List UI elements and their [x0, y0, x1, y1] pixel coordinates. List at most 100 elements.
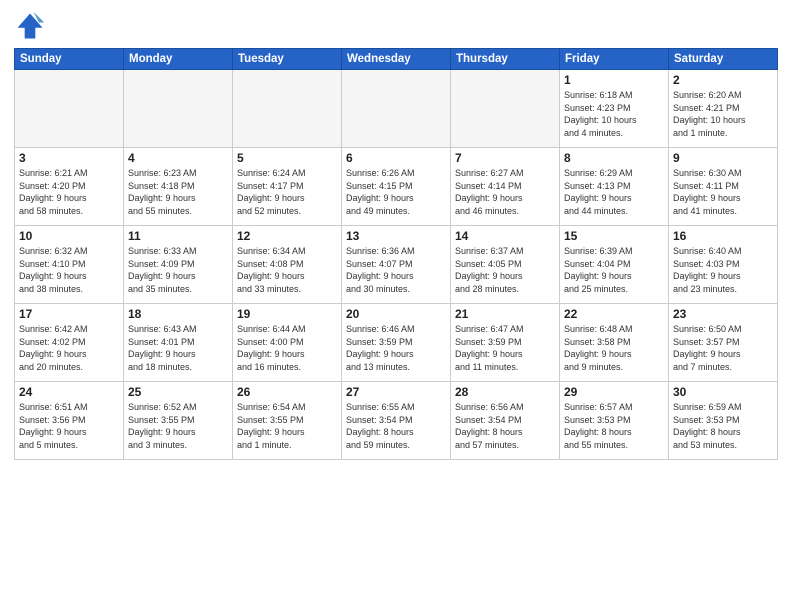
calendar-cell: [233, 70, 342, 148]
calendar-cell: [451, 70, 560, 148]
calendar-week-4: 24 Sunrise: 6:51 AM Sunset: 3:56 PM Dayli…: [15, 382, 778, 460]
calendar-cell: 28Sunrise: 6:56 AM Sunset: 3:54 PM Dayli…: [451, 382, 560, 460]
header: [14, 10, 778, 42]
calendar-cell: 22Sunrise: 6:48 AM Sunset: 3:58 PM Dayli…: [560, 304, 669, 382]
calendar-cell: 21Sunrise: 6:47 AM Sunset: 3:59 PM Dayli…: [451, 304, 560, 382]
calendar-cell: [124, 70, 233, 148]
day-info: Sunrise: 6:32 AM Sunset: 4:10 PM Dayligh…: [19, 245, 119, 295]
calendar-cell: [15, 70, 124, 148]
day-info: Sunrise: 6:21 AM Sunset: 4:20 PM Dayligh…: [19, 167, 119, 217]
calendar-week-1: 3 Sunrise: 6:21 AM Sunset: 4:20 PM Daylig…: [15, 148, 778, 226]
day-info: Sunrise: 6:30 AM Sunset: 4:11 PM Dayligh…: [673, 167, 773, 217]
calendar-cell: 12 Sunrise: 6:34 AM Sunset: 4:08 PM Dayli…: [233, 226, 342, 304]
calendar-cell: 5 Sunrise: 6:24 AM Sunset: 4:17 PM Daylig…: [233, 148, 342, 226]
day-number: 27: [346, 385, 446, 399]
calendar-cell: 24 Sunrise: 6:51 AM Sunset: 3:56 PM Dayli…: [15, 382, 124, 460]
calendar-cell: 27 Sunrise: 6:55 AM Sunset: 3:54 PM Dayli…: [342, 382, 451, 460]
day-info: Sunrise: 6:23 AM Sunset: 4:18 PM Dayligh…: [128, 167, 228, 217]
calendar-cell: 4Sunrise: 6:23 AM Sunset: 4:18 PM Daylig…: [124, 148, 233, 226]
calendar-cell: 13 Sunrise: 6:36 AM Sunset: 4:07 PM Dayli…: [342, 226, 451, 304]
calendar-cell: 30 Sunrise: 6:59 AM Sunset: 3:53 PM Dayli…: [669, 382, 778, 460]
column-header-thursday: Thursday: [451, 49, 560, 70]
day-info: Sunrise: 6:40 AM Sunset: 4:03 PM Dayligh…: [673, 245, 773, 295]
column-header-friday: Friday: [560, 49, 669, 70]
day-info: Sunrise: 6:47 AM Sunset: 3:59 PM Dayligh…: [455, 323, 555, 373]
day-info: Sunrise: 6:20 AM Sunset: 4:21 PM Dayligh…: [673, 89, 773, 139]
calendar-week-0: 1 Sunrise: 6:18 AM Sunset: 4:23 PM Daylig…: [15, 70, 778, 148]
day-info: Sunrise: 6:36 AM Sunset: 4:07 PM Dayligh…: [346, 245, 446, 295]
day-number: 8: [564, 151, 664, 165]
column-header-sunday: Sunday: [15, 49, 124, 70]
day-info: Sunrise: 6:26 AM Sunset: 4:15 PM Dayligh…: [346, 167, 446, 217]
day-info: Sunrise: 6:29 AM Sunset: 4:13 PM Dayligh…: [564, 167, 664, 217]
calendar-cell: 18Sunrise: 6:43 AM Sunset: 4:01 PM Dayli…: [124, 304, 233, 382]
day-info: Sunrise: 6:37 AM Sunset: 4:05 PM Dayligh…: [455, 245, 555, 295]
day-number: 16: [673, 229, 773, 243]
day-number: 18: [128, 307, 228, 321]
calendar-cell: 26 Sunrise: 6:54 AM Sunset: 3:55 PM Dayli…: [233, 382, 342, 460]
day-number: 20: [346, 307, 446, 321]
day-info: Sunrise: 6:59 AM Sunset: 3:53 PM Dayligh…: [673, 401, 773, 451]
day-number: 9: [673, 151, 773, 165]
day-info: Sunrise: 6:46 AM Sunset: 3:59 PM Dayligh…: [346, 323, 446, 373]
day-number: 28: [455, 385, 555, 399]
day-info: Sunrise: 6:55 AM Sunset: 3:54 PM Dayligh…: [346, 401, 446, 451]
day-number: 11: [128, 229, 228, 243]
day-number: 12: [237, 229, 337, 243]
day-number: 6: [346, 151, 446, 165]
calendar-cell: [342, 70, 451, 148]
calendar-cell: 23Sunrise: 6:50 AM Sunset: 3:57 PM Dayli…: [669, 304, 778, 382]
day-number: 15: [564, 229, 664, 243]
day-info: Sunrise: 6:39 AM Sunset: 4:04 PM Dayligh…: [564, 245, 664, 295]
calendar-cell: 3 Sunrise: 6:21 AM Sunset: 4:20 PM Daylig…: [15, 148, 124, 226]
day-info: Sunrise: 6:51 AM Sunset: 3:56 PM Dayligh…: [19, 401, 119, 451]
day-number: 30: [673, 385, 773, 399]
day-info: Sunrise: 6:18 AM Sunset: 4:23 PM Dayligh…: [564, 89, 664, 139]
calendar-cell: 6 Sunrise: 6:26 AM Sunset: 4:15 PM Daylig…: [342, 148, 451, 226]
day-number: 19: [237, 307, 337, 321]
calendar-header-row: SundayMondayTuesdayWednesdayThursdayFrid…: [15, 49, 778, 70]
day-info: Sunrise: 6:34 AM Sunset: 4:08 PM Dayligh…: [237, 245, 337, 295]
calendar-cell: 10 Sunrise: 6:32 AM Sunset: 4:10 PM Dayli…: [15, 226, 124, 304]
day-info: Sunrise: 6:44 AM Sunset: 4:00 PM Dayligh…: [237, 323, 337, 373]
day-number: 7: [455, 151, 555, 165]
calendar-cell: 7 Sunrise: 6:27 AM Sunset: 4:14 PM Daylig…: [451, 148, 560, 226]
day-number: 26: [237, 385, 337, 399]
calendar-table: SundayMondayTuesdayWednesdayThursdayFrid…: [14, 48, 778, 460]
day-number: 3: [19, 151, 119, 165]
calendar-cell: 15 Sunrise: 6:39 AM Sunset: 4:04 PM Dayli…: [560, 226, 669, 304]
day-info: Sunrise: 6:27 AM Sunset: 4:14 PM Dayligh…: [455, 167, 555, 217]
logo: [14, 10, 50, 42]
day-number: 2: [673, 73, 773, 87]
day-info: Sunrise: 6:24 AM Sunset: 4:17 PM Dayligh…: [237, 167, 337, 217]
calendar-cell: 25 Sunrise: 6:52 AM Sunset: 3:55 PM Dayli…: [124, 382, 233, 460]
day-info: Sunrise: 6:42 AM Sunset: 4:02 PM Dayligh…: [19, 323, 119, 373]
day-number: 29: [564, 385, 664, 399]
day-info: Sunrise: 6:33 AM Sunset: 4:09 PM Dayligh…: [128, 245, 228, 295]
calendar-cell: 14 Sunrise: 6:37 AM Sunset: 4:05 PM Dayli…: [451, 226, 560, 304]
calendar-cell: 29 Sunrise: 6:57 AM Sunset: 3:53 PM Dayli…: [560, 382, 669, 460]
day-number: 5: [237, 151, 337, 165]
column-header-saturday: Saturday: [669, 49, 778, 70]
calendar-cell: 16 Sunrise: 6:40 AM Sunset: 4:03 PM Dayli…: [669, 226, 778, 304]
day-info: Sunrise: 6:54 AM Sunset: 3:55 PM Dayligh…: [237, 401, 337, 451]
calendar-week-3: 17Sunrise: 6:42 AM Sunset: 4:02 PM Dayli…: [15, 304, 778, 382]
column-header-wednesday: Wednesday: [342, 49, 451, 70]
calendar-week-2: 10 Sunrise: 6:32 AM Sunset: 4:10 PM Dayli…: [15, 226, 778, 304]
day-number: 10: [19, 229, 119, 243]
calendar-cell: 9 Sunrise: 6:30 AM Sunset: 4:11 PM Daylig…: [669, 148, 778, 226]
calendar-cell: 19 Sunrise: 6:44 AM Sunset: 4:00 PM Dayli…: [233, 304, 342, 382]
calendar-cell: 20 Sunrise: 6:46 AM Sunset: 3:59 PM Dayli…: [342, 304, 451, 382]
day-info: Sunrise: 6:50 AM Sunset: 3:57 PM Dayligh…: [673, 323, 773, 373]
calendar-cell: 17Sunrise: 6:42 AM Sunset: 4:02 PM Dayli…: [15, 304, 124, 382]
day-number: 13: [346, 229, 446, 243]
day-number: 1: [564, 73, 664, 87]
day-number: 25: [128, 385, 228, 399]
day-number: 14: [455, 229, 555, 243]
page: SundayMondayTuesdayWednesdayThursdayFrid…: [0, 0, 792, 612]
calendar-cell: 8 Sunrise: 6:29 AM Sunset: 4:13 PM Daylig…: [560, 148, 669, 226]
column-header-monday: Monday: [124, 49, 233, 70]
day-info: Sunrise: 6:57 AM Sunset: 3:53 PM Dayligh…: [564, 401, 664, 451]
day-info: Sunrise: 6:52 AM Sunset: 3:55 PM Dayligh…: [128, 401, 228, 451]
day-number: 24: [19, 385, 119, 399]
